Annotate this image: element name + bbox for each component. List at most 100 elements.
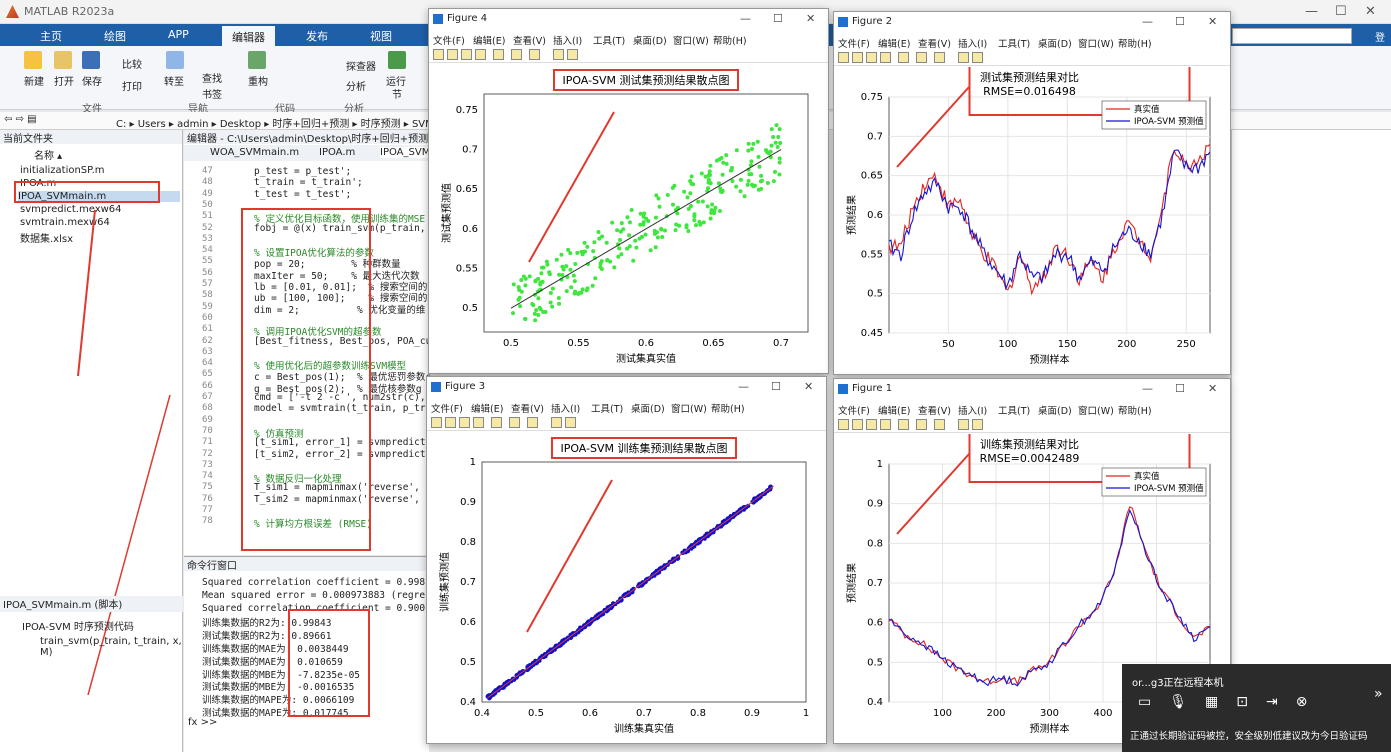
toolbar-icon[interactable]	[916, 52, 927, 63]
toolbar-icon[interactable]	[475, 49, 486, 60]
menu-item[interactable]: 编辑(E)	[473, 33, 505, 47]
maximize-button[interactable]: ☐	[773, 12, 783, 25]
figure-window[interactable]: Figure 4 — ☐ ✕ 文件(F) 编辑(E) 查看(V) 插入(I) 工具(T) 桌面(D…	[428, 8, 829, 374]
save-button[interactable]: 保存	[82, 73, 102, 88]
menu-item[interactable]: 桌面(D)	[1038, 403, 1072, 417]
menu-item[interactable]: 窗口(W)	[671, 401, 707, 415]
toolbar-icon[interactable]	[934, 419, 945, 430]
menu-item[interactable]: 查看(V)	[918, 36, 951, 50]
menu-item[interactable]: 插入(I)	[553, 33, 582, 47]
search-input[interactable]	[1232, 28, 1352, 44]
tab-editor[interactable]: 编辑器	[222, 26, 275, 46]
tab-publish[interactable]: 发布	[306, 28, 328, 44]
close-button[interactable]: ✕	[1208, 382, 1217, 395]
figure-window[interactable]: Figure 3 — ☐ ✕ 文件(F) 编辑(E) 查看(V) 插入(I) 工具(T) 桌面(D…	[426, 376, 827, 744]
toolbar-icon[interactable]	[852, 52, 863, 63]
menu-item[interactable]: 窗口(W)	[1078, 403, 1114, 417]
code-line[interactable]: t_train = t_train';	[254, 177, 363, 188]
detail-function[interactable]: train_svm(p_train, t_train, x, M)	[40, 636, 182, 658]
menu-item[interactable]: 插入(I)	[958, 403, 987, 417]
menu-item[interactable]: 查看(V)	[918, 403, 951, 417]
toolbar-icon[interactable]	[567, 49, 578, 60]
expand-icon[interactable]: »	[1374, 686, 1383, 702]
tab-view[interactable]: 视图	[370, 28, 392, 44]
profiler-button[interactable]: 探查器	[346, 58, 376, 73]
toolbar-icon[interactable]	[838, 52, 849, 63]
toolbar-icon[interactable]	[972, 52, 983, 63]
toolbar-icon[interactable]	[553, 49, 564, 60]
menu-item[interactable]: 桌面(D)	[631, 401, 665, 415]
minimize-button[interactable]: —	[1142, 382, 1153, 395]
figure-window[interactable]: Figure 2 — ☐ ✕ 文件(F) 编辑(E) 查看(V) 插入(I) 工具(T) 桌面(D…	[833, 11, 1231, 375]
maximize-button[interactable]: ☐	[1175, 382, 1185, 395]
toolbar-icon[interactable]	[511, 49, 522, 60]
print-button[interactable]: 打印	[122, 78, 142, 93]
maximize-button[interactable]: ☐	[1175, 15, 1185, 28]
toolbar-icon[interactable]	[565, 417, 576, 428]
menu-item[interactable]: 工具(T)	[998, 403, 1030, 417]
menu-item[interactable]: 插入(I)	[958, 36, 987, 50]
cmd-prompt[interactable]: fx >>	[188, 717, 217, 728]
toolbar-icon[interactable]	[459, 417, 470, 428]
command-window[interactable]: 命令行窗口 Squared correlation coefficient = …	[184, 556, 429, 752]
menu-item[interactable]: 文件(F)	[838, 403, 870, 417]
toolbar-icon[interactable]	[916, 419, 927, 430]
path-breadcrumb[interactable]: C: ▸ Users ▸ admin ▸ Desktop ▸ 时序+回归+预测 …	[116, 115, 444, 130]
compare-button[interactable]: 比较	[122, 56, 142, 71]
menu-item[interactable]: 帮助(H)	[711, 401, 745, 415]
toolbar-icon[interactable]	[509, 417, 520, 428]
search-icon[interactable]: ⚲	[1337, 29, 1345, 42]
toolbar-icon[interactable]	[934, 52, 945, 63]
section-button[interactable]: 节	[392, 86, 402, 101]
goto-icon[interactable]	[166, 51, 184, 69]
new-button[interactable]: 新建	[24, 73, 44, 88]
menu-item[interactable]: 编辑(E)	[878, 36, 910, 50]
toolbar-icon[interactable]	[972, 419, 983, 430]
close-button[interactable]: ✕	[1208, 15, 1217, 28]
code-line[interactable]: p_test = p_test';	[254, 166, 351, 177]
menu-item[interactable]: 文件(F)	[433, 33, 465, 47]
code-line[interactable]: t_test = t_test';	[254, 189, 351, 200]
find-button[interactable]: 查找	[202, 70, 222, 85]
close-button[interactable]: ✕	[804, 380, 813, 393]
refactor-button[interactable]: 重构	[248, 73, 268, 88]
editor-tab[interactable]: IPOA.m	[319, 147, 355, 158]
toolbar-icon[interactable]	[866, 52, 877, 63]
tab-home[interactable]: 主页	[40, 28, 62, 44]
menu-item[interactable]: 编辑(E)	[878, 403, 910, 417]
toolbar-icon[interactable]	[447, 49, 458, 60]
toolbar-icon[interactable]	[433, 49, 444, 60]
toolbar-icon[interactable]	[898, 419, 909, 430]
refactor-icon[interactable]	[248, 51, 266, 69]
open-button[interactable]: 打开	[54, 73, 74, 88]
menu-item[interactable]: 文件(F)	[838, 36, 870, 50]
menu-item[interactable]: 查看(V)	[511, 401, 544, 415]
menu-item[interactable]: 帮助(H)	[713, 33, 747, 47]
menu-item[interactable]: 窗口(W)	[1078, 36, 1114, 50]
notify-icons[interactable]: ▭🎙▦⊡⇥⊗	[1138, 694, 1325, 710]
menu-item[interactable]: 桌面(D)	[1038, 36, 1072, 50]
menu-item[interactable]: 编辑(E)	[471, 401, 503, 415]
editor-tab[interactable]: WOA_SVMmain.m	[210, 147, 299, 158]
menu-item[interactable]: 插入(I)	[551, 401, 580, 415]
toolbar-icon[interactable]	[527, 417, 538, 428]
menu-item[interactable]: 查看(V)	[513, 33, 546, 47]
editor-tab-active[interactable]: IPOA_SVM	[380, 147, 431, 158]
menu-item[interactable]: 工具(T)	[593, 33, 625, 47]
minimize-button[interactable]: —	[1142, 15, 1153, 28]
open-icon[interactable]	[54, 51, 72, 69]
menu-item[interactable]: 帮助(H)	[1118, 403, 1152, 417]
toolbar-icon[interactable]	[445, 417, 456, 428]
menu-item[interactable]: 桌面(D)	[633, 33, 667, 47]
toolbar-icon[interactable]	[898, 52, 909, 63]
toolbar-icon[interactable]	[958, 419, 969, 430]
save-icon[interactable]	[82, 51, 100, 69]
tab-apps[interactable]: APP	[168, 28, 189, 41]
minimize-button[interactable]: —	[740, 12, 751, 25]
goto-button[interactable]: 转至	[164, 73, 184, 88]
toolbar-icon[interactable]	[958, 52, 969, 63]
close-button[interactable]: ✕	[806, 12, 815, 25]
maximize-button[interactable]: ☐	[771, 380, 781, 393]
toolbar-icon[interactable]	[880, 52, 891, 63]
maximize-button[interactable]: ☐	[1335, 4, 1347, 19]
